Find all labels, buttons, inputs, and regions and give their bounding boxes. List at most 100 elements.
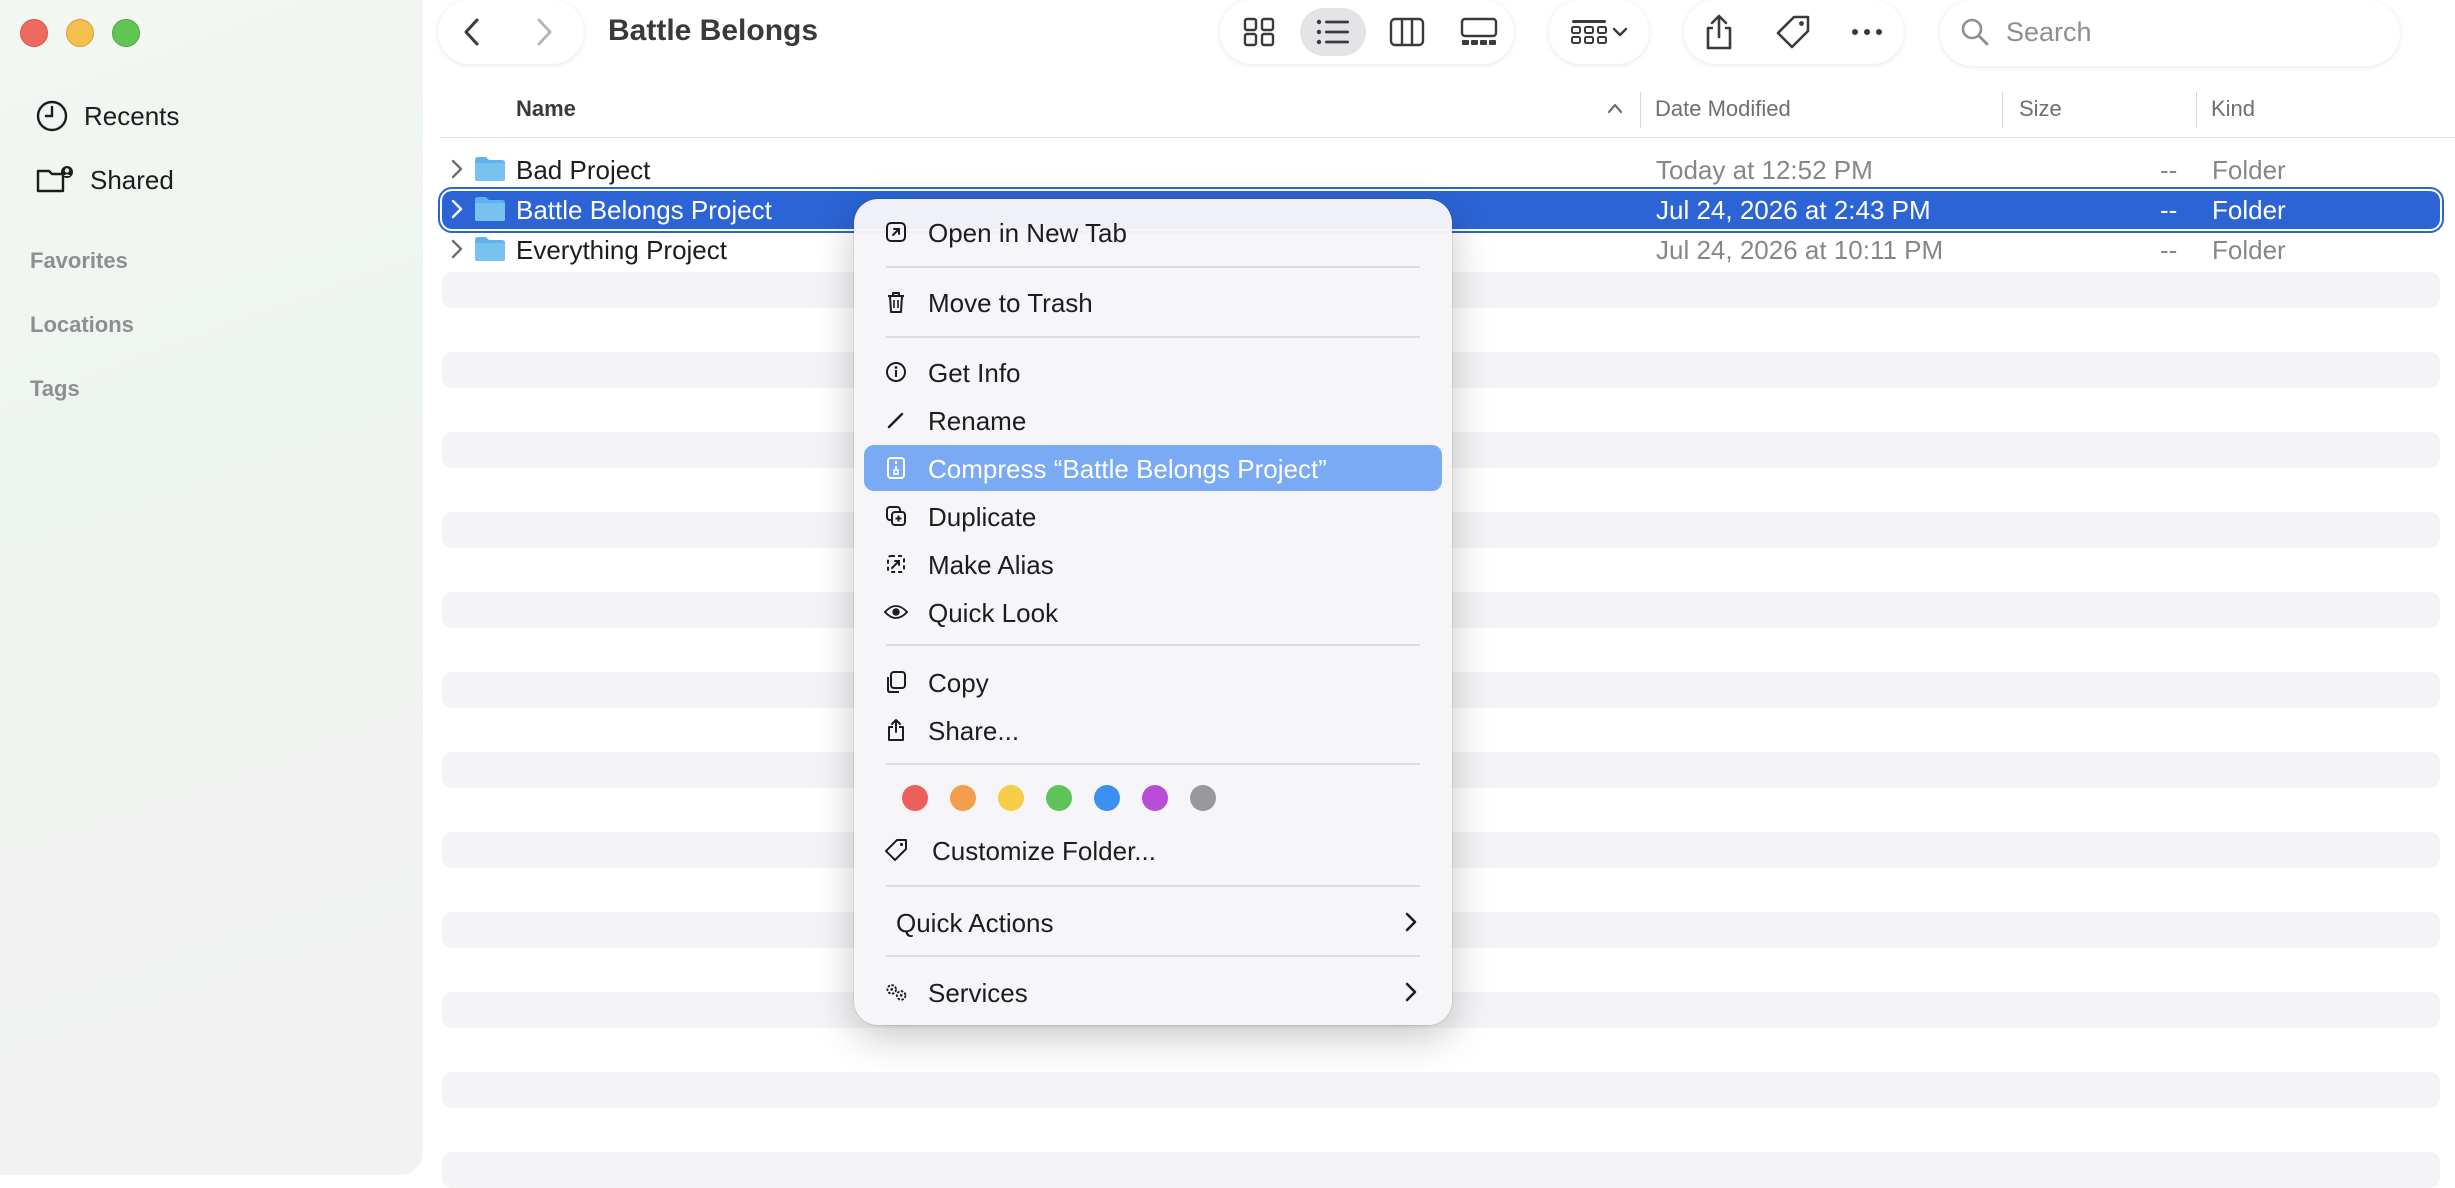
trash-icon [884,290,908,314]
tag-orange-button[interactable] [950,785,976,811]
menu-item-move-to-trash[interactable]: Move to Trash [864,279,1442,325]
back-button[interactable] [452,12,492,52]
zoom-window-button[interactable] [112,19,140,47]
list-view-button[interactable] [1300,8,1366,56]
menu-item-label: Copy [928,668,989,698]
menu-separator [886,266,1420,268]
forward-button[interactable] [524,12,564,52]
menu-item-label: Compress “Battle Belongs Project” [928,454,1327,484]
tag-button[interactable] [1770,10,1816,54]
archive-icon [884,456,908,480]
window-title: Battle Belongs [608,14,819,47]
sort-ascending-icon[interactable] [1606,102,1624,114]
menu-item-quick-look[interactable]: Quick Look [864,589,1442,635]
eye-icon [884,600,908,624]
column-header-name[interactable]: Name [516,96,576,122]
file-size: -- [2160,155,2178,185]
close-window-button[interactable] [20,19,48,47]
menu-item-label: Quick Look [928,598,1059,628]
actions-group [1684,0,1904,64]
chevron-right-icon [1405,912,1417,932]
sidebar-section-locations[interactable]: Locations [30,312,134,338]
column-divider[interactable] [2002,92,2003,128]
menu-item-label: Share... [928,716,1020,746]
disclosure-triangle-icon[interactable] [450,238,464,260]
navigation-group [438,0,584,64]
menu-item-label: Customize Folder... [932,836,1156,866]
menu-item-quick-actions[interactable]: Quick Actions [864,899,1442,945]
clock-icon [36,100,68,132]
menu-item-make-alias[interactable]: Make Alias [864,541,1442,587]
share-button[interactable] [1696,10,1742,54]
group-by-button[interactable] [1549,0,1649,64]
file-name: Bad Project [516,155,651,185]
column-header-date[interactable]: Date Modified [1655,96,1791,122]
tag-icon [884,838,908,862]
menu-item-label: Quick Actions [896,908,1054,938]
column-header-kind[interactable]: Kind [2211,96,2255,122]
menu-item-label: Get Info [928,358,1021,388]
tag-blue-button[interactable] [1094,785,1120,811]
menu-item-label: Duplicate [928,502,1037,532]
menu-item-services[interactable]: Services [864,969,1442,1015]
column-header-size[interactable]: Size [2019,96,2062,122]
menu-item-label: Make Alias [928,550,1054,580]
tag-icon [1776,15,1810,49]
menu-item-get-info[interactable]: Get Info [864,349,1442,395]
menu-item-share[interactable]: Share... [864,707,1442,753]
menu-item-copy[interactable]: Copy [864,659,1442,705]
sidebar-item-label: Shared [90,164,174,195]
menu-separator [886,336,1420,338]
share-icon [884,718,908,742]
file-kind: Folder [2212,155,2286,185]
grid-icon [1243,17,1275,47]
menu-item-label: Services [928,978,1028,1008]
menu-item-label: Rename [928,406,1027,436]
minimize-window-button[interactable] [66,19,94,47]
disclosure-triangle-icon[interactable] [450,158,464,180]
table-row[interactable]: Bad Project Today at 12:52 PM -- Folder [442,151,2440,189]
file-name: Battle Belongs Project [516,195,772,225]
search-field[interactable]: Search [1940,0,2400,66]
menu-item-duplicate[interactable]: Duplicate [864,493,1442,539]
menu-item-open-in-new-tab[interactable]: Open in New Tab [864,209,1442,255]
menu-item-rename[interactable]: Rename [864,397,1442,443]
tag-gray-button[interactable] [1190,785,1216,811]
sidebar-item-shared[interactable]: Shared [34,162,174,198]
file-name: Everything Project [516,235,727,265]
columns-icon [1389,17,1425,47]
folder-icon [475,237,505,261]
menu-item-customize-folder[interactable]: Customize Folder... [864,827,1442,873]
file-kind: Folder [2212,235,2286,265]
header-divider [440,137,2455,138]
sidebar: Recents Shared Favorites Locations Tags [0,0,422,1175]
group-grid-icon [1571,20,1607,44]
column-divider[interactable] [1640,92,1641,128]
icon-view-button[interactable] [1226,8,1292,56]
menu-item-label: Open in New Tab [928,218,1127,248]
tag-green-button[interactable] [1046,785,1072,811]
menu-item-label: Move to Trash [928,288,1093,318]
menu-item-compress[interactable]: Compress “Battle Belongs Project” [864,445,1442,491]
tag-yellow-button[interactable] [998,785,1024,811]
gears-icon [884,980,908,1004]
column-divider[interactable] [2196,92,2197,128]
chevron-right-icon [1405,982,1417,1002]
context-menu: Open in New Tab Move to Trash Get Info R… [854,199,1452,1025]
disclosure-triangle-icon[interactable] [450,198,464,220]
view-mode-group [1220,0,1514,64]
pencil-icon [884,408,908,432]
sidebar-section-favorites[interactable]: Favorites [30,248,128,274]
sidebar-item-recents[interactable]: Recents [34,98,179,134]
menu-separator [886,885,1420,887]
search-icon [1961,18,1989,46]
sidebar-section-tags[interactable]: Tags [30,376,80,402]
sidebar-item-label: Recents [84,100,180,131]
column-view-button[interactable] [1374,8,1440,56]
alias-icon [884,552,908,576]
file-date-modified: Today at 12:52 PM [1656,155,1873,185]
gallery-view-button[interactable] [1446,8,1512,56]
tag-red-button[interactable] [902,785,928,811]
more-actions-button[interactable] [1844,10,1890,54]
tag-purple-button[interactable] [1142,785,1168,811]
